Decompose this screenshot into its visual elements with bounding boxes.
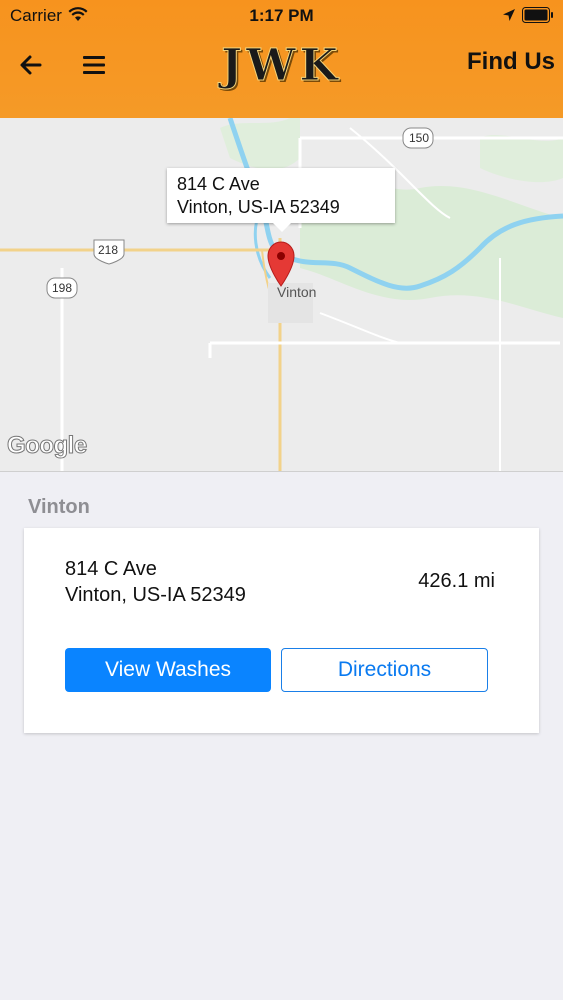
brand-logo: JWK (221, 40, 342, 91)
view-washes-button[interactable]: View Washes (65, 648, 271, 692)
route-198-label: 198 (52, 281, 73, 295)
map-view[interactable]: 150 218 198 814 C Ave Vinton, US-IA 5234… (0, 118, 563, 472)
status-bar: Carrier 1:17 PM (0, 0, 563, 30)
address-line-1: 814 C Ave (65, 558, 157, 580)
hamburger-menu-icon[interactable] (82, 54, 106, 76)
distance-label: 426.1 mi (418, 570, 495, 592)
location-arrow-icon (503, 9, 515, 21)
route-218-label: 218 (98, 243, 119, 257)
location-card: 814 C Ave Vinton, US-IA 52349 426.1 mi V… (24, 528, 539, 733)
nav-header: Carrier 1:17 PM JWK Find Us (0, 0, 563, 118)
map-city-label: Vinton (277, 284, 317, 300)
map-callout[interactable]: 814 C Ave Vinton, US-IA 52349 (167, 168, 395, 232)
route-150-label: 150 (409, 131, 430, 145)
callout-line-2: Vinton, US-IA 52349 (177, 197, 340, 217)
google-attribution-logo: Google (7, 432, 88, 460)
page-title: Find Us (467, 48, 555, 75)
address-line-2: Vinton, US-IA 52349 (65, 584, 246, 606)
map-pin-icon[interactable] (267, 241, 295, 287)
back-arrow-icon[interactable] (18, 52, 44, 78)
section-title: Vinton (28, 496, 90, 518)
battery-icon (522, 7, 553, 23)
status-time: 1:17 PM (249, 6, 314, 25)
callout-line-1: 814 C Ave (177, 174, 260, 194)
directions-button[interactable]: Directions (281, 648, 488, 692)
